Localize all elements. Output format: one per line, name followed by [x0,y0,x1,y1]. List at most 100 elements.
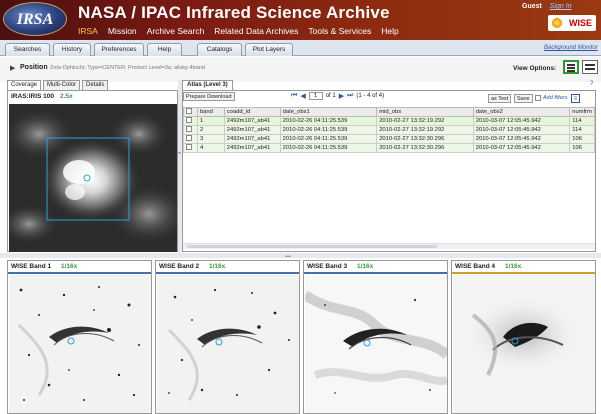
tab-details[interactable]: Details [82,80,109,90]
band-active-bar [452,272,595,274]
cell-coadd-id: 2492m107_ab41 [223,134,281,144]
cell-band: 3 [196,134,225,144]
row-select-cell[interactable] [183,125,198,135]
row-select-cell[interactable] [183,143,198,153]
table-row[interactable]: 4 2492m107_ab41 2010-02-26 04:11:25.539 … [183,143,595,153]
as-text-button[interactable]: as Text [488,94,512,103]
splitter-grip-icon: ▴▴▴ [285,253,292,258]
scrollbar-thumb[interactable] [187,245,437,248]
tab-atlas-level3[interactable]: Atlas (Level 3) [182,80,233,90]
table-header-row: band coadd_id date_obs1 mid_obs date_obs… [183,107,595,117]
wise-logo-icon [552,18,562,28]
band-title: WISE Band 4 [455,263,496,270]
layout-tri-icon [567,64,575,66]
band-zoom: 1/16x [61,263,78,270]
wise-band4-panel[interactable]: WISE Band 4 1/16x [451,260,596,414]
col-header-numfrm[interactable]: numfrm [569,107,595,117]
user-links: Guest Sign In [522,3,572,10]
table-row[interactable]: 1 2492m107_ab41 2010-02-26 04:11:25.539 … [183,116,595,126]
tab-help[interactable]: Help [147,43,182,56]
top-tab-bar: Searches History Preferences Help Catalo… [0,40,601,56]
band-title: WISE Band 3 [307,263,348,270]
prev-page-icon[interactable]: ◀ [300,92,305,100]
col-header-date-obs1[interactable]: date_obs1 [279,107,378,117]
row-count-label: (1 - 4 of 4) [356,93,385,99]
wise-band1-panel[interactable]: WISE Band 1 1/16x [7,260,152,414]
page-number-input[interactable] [308,92,323,100]
wise-band3-image[interactable] [305,275,447,413]
nav-tools-services[interactable]: Tools & Services [308,26,371,36]
col-header-coadd-id[interactable]: coadd_id [223,107,281,117]
col-header-mid-obs[interactable]: mid_obs [376,107,474,117]
save-button[interactable]: Save [514,94,533,103]
table-options-icon[interactable]: ≡ [571,94,580,103]
wise-band1-image[interactable] [9,275,151,413]
cell-numfrm: 114 [569,116,595,126]
wise-logo-text: WISE [568,18,592,28]
table-row[interactable]: 2 2492m107_ab41 2010-02-26 04:11:25.539 … [183,125,595,135]
cell-mid-obs: 2010-02-27 13:32:19.292 [376,116,474,126]
tab-catalogs[interactable]: Catalogs [197,43,242,56]
last-page-icon[interactable]: ⏭ [347,92,353,100]
tab-preferences[interactable]: Preferences [94,43,144,56]
wise-logo[interactable]: WISE [548,15,596,31]
row-checkbox[interactable] [186,135,192,141]
cell-date-obs1: 2010-02-26 04:11:25.539 [279,116,378,126]
band-title: WISE Band 2 [159,263,200,270]
table-row[interactable]: 3 2492m107_ab41 2010-02-26 04:11:25.539 … [183,134,595,144]
add-filters-toggle[interactable]: Add filters [535,95,567,101]
background-monitor-link[interactable]: Background Monitor [544,45,598,51]
tab-coverage[interactable]: Coverage [7,80,42,90]
expand-arrow-icon[interactable]: ▶ [10,64,15,72]
col-header-date-obs2[interactable]: date_obs2 [472,107,571,117]
atlas-results-table: band coadd_id date_obs1 mid_obs date_obs… [183,107,595,153]
position-label: Position [20,64,48,71]
row-checkbox[interactable] [186,117,192,123]
first-page-icon[interactable]: ⏮ [291,92,297,100]
nav-archive-search[interactable]: Archive Search [147,26,205,36]
table-horizontal-scrollbar[interactable] [183,243,595,249]
wise-band2-image[interactable] [157,275,299,413]
tab-searches[interactable]: Searches [5,43,50,56]
col-header-band[interactable]: band [196,107,225,117]
coverage-image[interactable] [9,104,177,252]
main-nav: IRSA Mission Archive Search Related Data… [78,26,399,36]
cell-mid-obs: 2010-02-27 13:32:19.292 [376,125,474,135]
table-help-icon[interactable]: ? [590,81,593,87]
wise-band4-image[interactable] [453,275,595,413]
row-checkbox[interactable] [186,126,192,132]
nav-related-archives[interactable]: Related Data Archives [214,26,298,36]
cell-numfrm: 106 [569,134,595,144]
wise-band2-panel[interactable]: WISE Band 2 1/16x [155,260,300,414]
cell-mid-obs: 2010-02-27 13:32:30.296 [376,134,474,144]
cell-date-obs2: 2010-03-07 12:05:45.942 [472,134,571,144]
tab-multi-color[interactable]: Multi-Color [43,80,81,90]
irsa-logo[interactable]: IRSA [3,2,67,36]
row-checkbox[interactable] [186,144,192,150]
sign-in-link[interactable]: Sign In [550,3,572,10]
wise-band3-panel[interactable]: WISE Band 3 1/16x [303,260,448,414]
tab-history[interactable]: History [53,43,91,56]
cell-coadd-id: 2492m107_ab41 [223,125,281,135]
cell-date-obs2: 2010-03-07 12:05:45.942 [472,116,571,126]
coverage-panel: IRAS:IRIS 100 2.5x [7,90,178,252]
view-grid-layout-button[interactable] [582,60,598,74]
coverage-zoom-level: 2.5x [60,93,73,100]
nav-help[interactable]: Help [381,26,398,36]
horizontal-splitter[interactable]: ▴▴▴ [0,253,601,258]
row-select-cell[interactable] [183,116,198,126]
prepare-download-button[interactable]: Prepare Download [183,92,235,101]
add-filters-checkbox[interactable] [535,95,541,101]
next-page-icon[interactable]: ▶ [339,92,344,100]
site-title: NASA / IPAC Infrared Science Archive [78,3,390,22]
select-all-header[interactable] [183,107,198,117]
row-select-cell[interactable] [183,134,198,144]
nav-irsa[interactable]: IRSA [78,26,98,36]
select-all-checkbox[interactable] [186,108,192,114]
view-tri-layout-button[interactable] [563,60,579,74]
layout-grid-icon [585,64,595,66]
band-zoom: 1/16x [357,263,374,270]
coverage-tab-bar: Coverage Multi-Color Details [7,80,109,90]
tab-plot-layers[interactable]: Plot Layers [245,43,293,56]
nav-mission[interactable]: Mission [108,26,137,36]
